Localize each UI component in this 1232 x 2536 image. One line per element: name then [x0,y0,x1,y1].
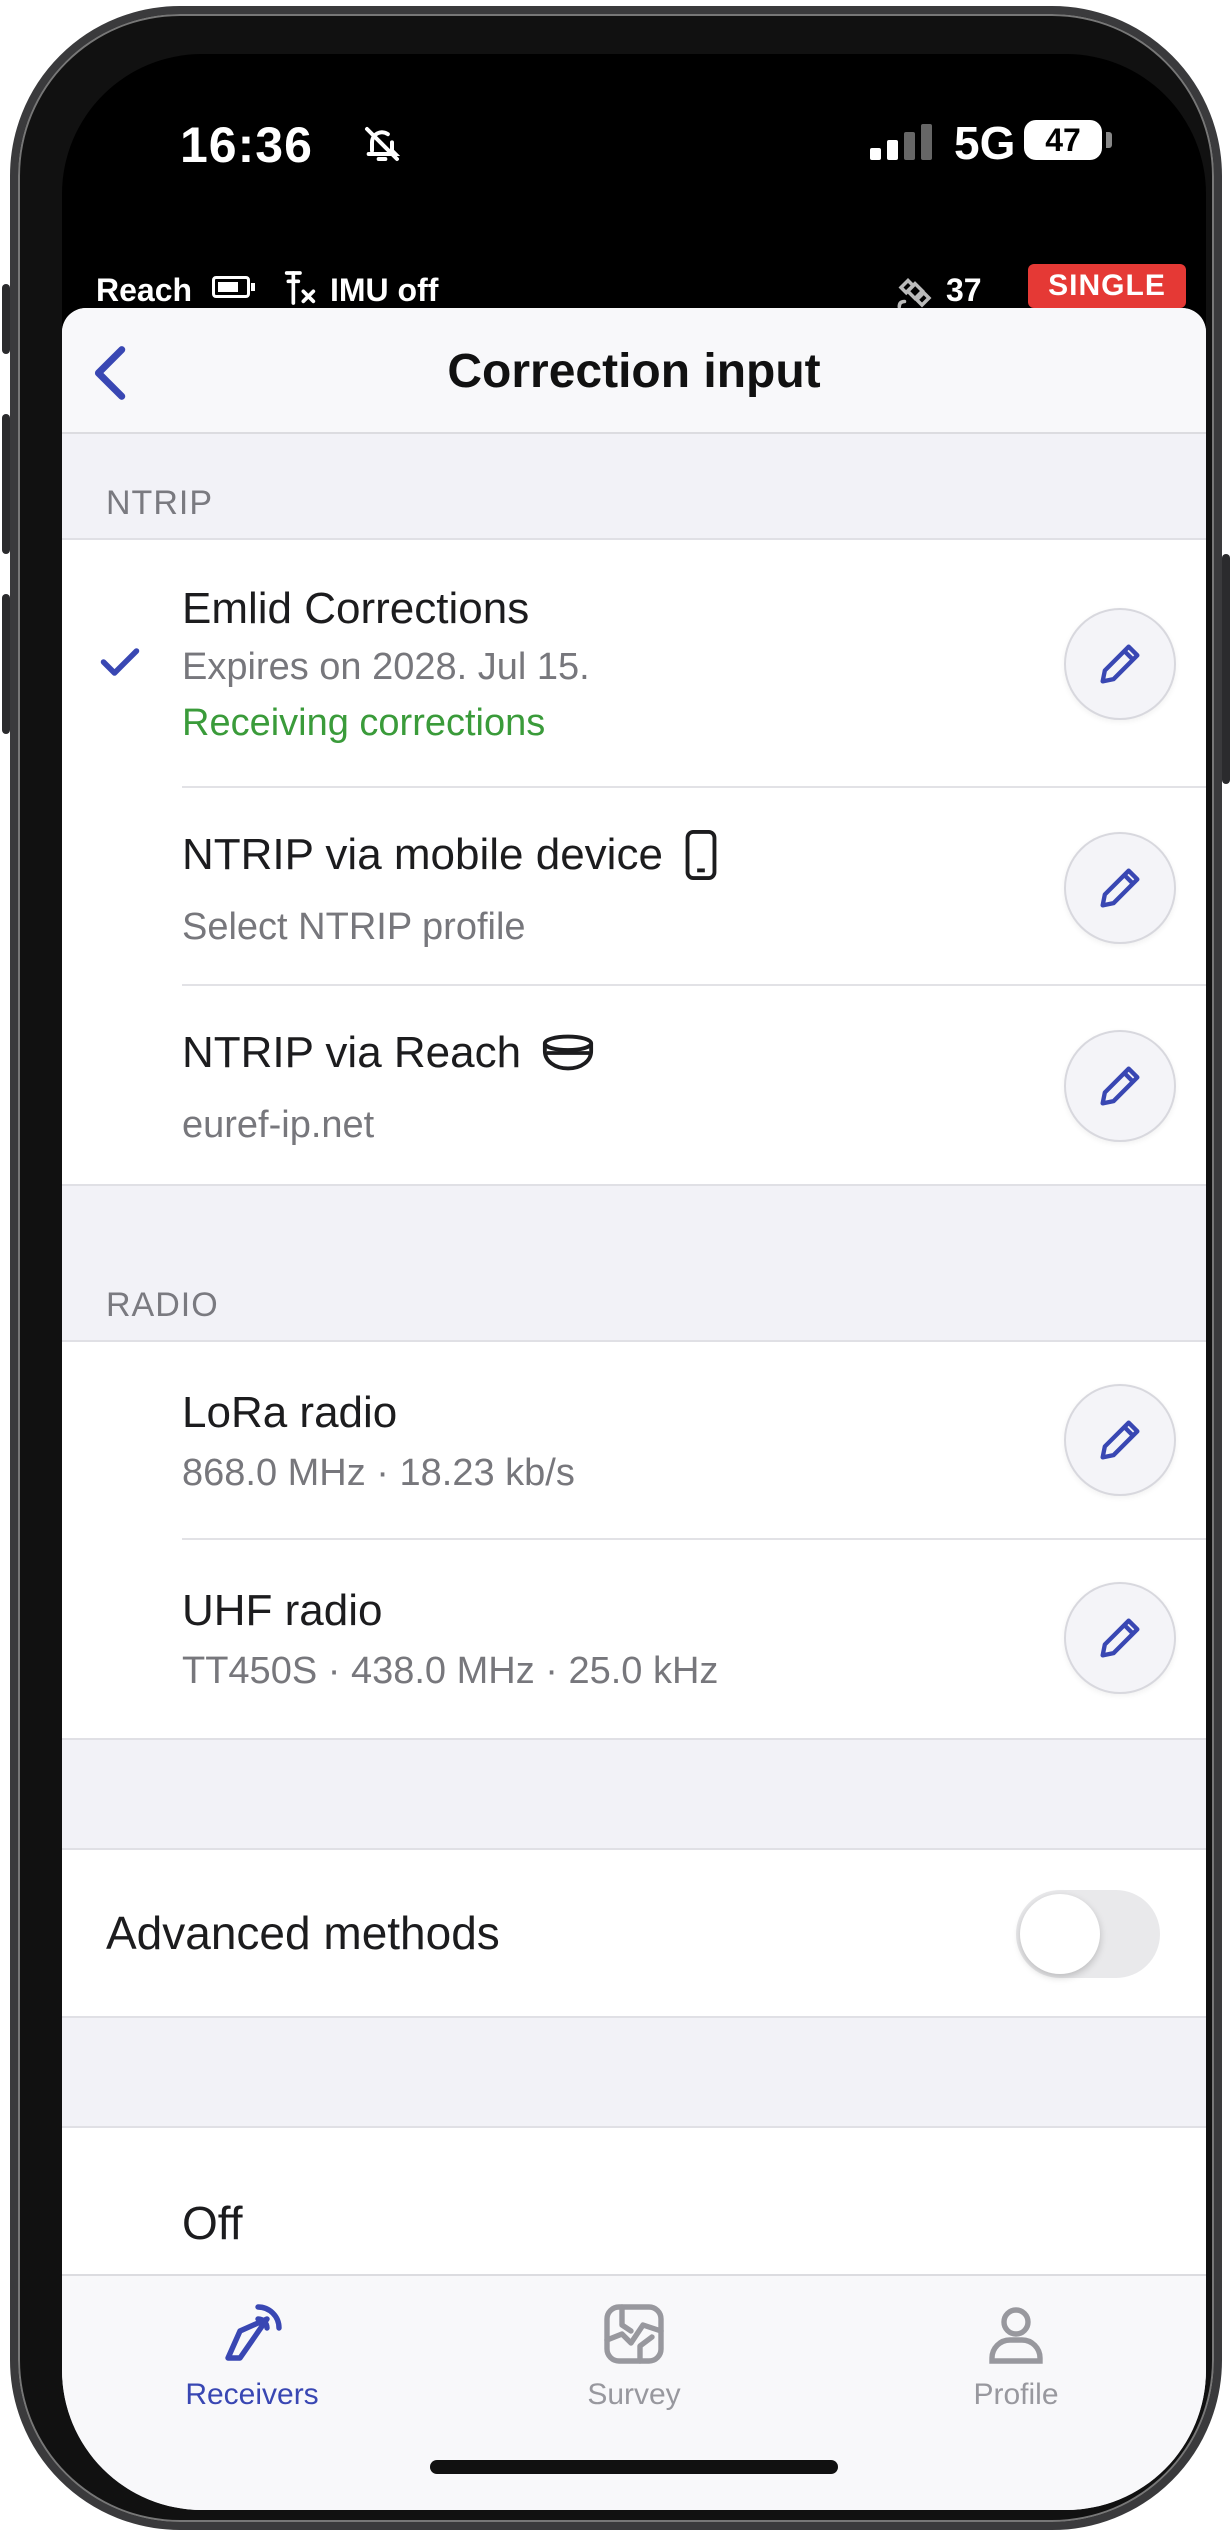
edit-button[interactable] [1064,832,1176,944]
item-title: UHF radio [182,1586,383,1636]
volume-down-button [2,594,10,734]
navigation-bar: Correction input [62,308,1206,434]
page-title: Correction input [447,345,821,398]
status-bar: 16:36 5G 47 [62,54,1206,234]
dynamic-island [432,94,832,204]
user-icon [989,2307,1043,2364]
item-title-text: Emlid Corrections [182,584,530,633]
list-item-emlid-corrections[interactable]: Emlid Corrections Expires on 2028. Jul 1… [62,540,1206,788]
reach-receiver-icon [543,1034,594,1071]
pencil-icon [1100,868,1140,908]
item-subtitle: 868.0 MHz · 18.23 kb/s [182,1452,575,1494]
pencil-icon [1100,644,1140,684]
off-label: Off [182,2197,243,2249]
item-title: NTRIP via mobile device [182,830,719,880]
item-title: NTRIP via Reach [182,1028,595,1078]
item-title-text: UHF radio [182,1586,383,1635]
item-subtitle: TT450S · 438.0 MHz · 25.0 kHz [182,1650,719,1692]
screen: 16:36 5G 47 Reach IMU off 37 SINGLE Corr… [62,54,1206,2510]
satellite-count: 37 [946,272,982,308]
app-content: Correction input NTRIP Emlid Corrections… [62,308,1206,2510]
power-button [1222,554,1230,784]
solution-status-badge: SINGLE [1028,264,1186,308]
list-item-lora-radio[interactable]: LoRa radio 868.0 MHz · 18.23 kb/s [62,1342,1206,1540]
imu-status: IMU off [330,272,439,308]
battery-level: 47 [1024,120,1102,160]
pencil-icon [1100,1066,1140,1106]
receiver-signal-icon [225,2304,282,2361]
phone-icon [685,830,717,880]
item-title: LoRa radio [182,1388,397,1438]
item-subtitle: Select NTRIP profile [182,906,526,948]
bell-slash-icon [362,124,402,169]
device-battery-icon [212,276,255,298]
item-title-text: NTRIP via Reach [182,1028,522,1077]
battery-tip [1106,132,1112,148]
device-name: Reach [96,272,193,308]
edit-button[interactable] [1064,608,1176,720]
tab-profile[interactable]: Profile [866,2298,1166,2412]
tab-label: Receivers [185,2378,319,2411]
network-type: 5G [954,117,1016,169]
tab-bar: Receivers Survey Profile [62,2274,1206,2510]
volume-up-button [2,414,10,554]
tab-label: Profile [973,2378,1059,2411]
advanced-methods-label: Advanced methods [106,1907,500,1959]
phone-frame: 16:36 5G 47 Reach IMU off 37 SINGLE Corr… [2,6,1230,2530]
edit-button[interactable] [1064,1030,1176,1142]
list-item-ntrip-mobile[interactable]: NTRIP via mobile device Select NTRIP pro… [62,788,1206,986]
item-title-text: NTRIP via mobile device [182,830,663,879]
pencil-icon [1100,1420,1140,1460]
advanced-methods-toggle[interactable] [1016,1890,1160,1978]
radio-group: LoRa radio 868.0 MHz · 18.23 kb/s UHF ra… [62,1340,1206,1740]
radio-section-label: RADIO [106,1286,219,1324]
item-title-text: LoRa radio [182,1388,398,1437]
tab-label: Survey [587,2378,681,2411]
advanced-methods-row: Advanced methods [62,1848,1206,2018]
home-indicator[interactable] [430,2460,838,2474]
item-subtitle: euref-ip.net [182,1104,375,1146]
action-button [2,284,10,354]
toggle-knob [1020,1894,1100,1974]
status-time: 16:36 [180,117,313,173]
tab-receivers[interactable]: Receivers [102,2298,402,2412]
edit-button[interactable] [1064,1582,1176,1694]
ntrip-group: Emlid Corrections Expires on 2028. Jul 1… [62,538,1206,1186]
cellular-signal-icon [870,124,934,165]
item-status: Receiving corrections [182,702,546,744]
list-item-ntrip-reach[interactable]: NTRIP via Reach euref-ip.net [62,986,1206,1184]
map-icon [604,2304,664,2364]
list-item-uhf-radio[interactable]: UHF radio TT450S · 438.0 MHz · 25.0 kHz [62,1540,1206,1738]
item-subtitle: Expires on 2028. Jul 15. [182,646,590,688]
ntrip-section-label: NTRIP [106,484,213,522]
edit-button[interactable] [1064,1384,1176,1496]
item-title: Emlid Corrections [182,584,529,634]
tab-survey[interactable]: Survey [484,2298,784,2412]
checkmark-icon [98,640,142,689]
pencil-icon [1100,1618,1140,1658]
